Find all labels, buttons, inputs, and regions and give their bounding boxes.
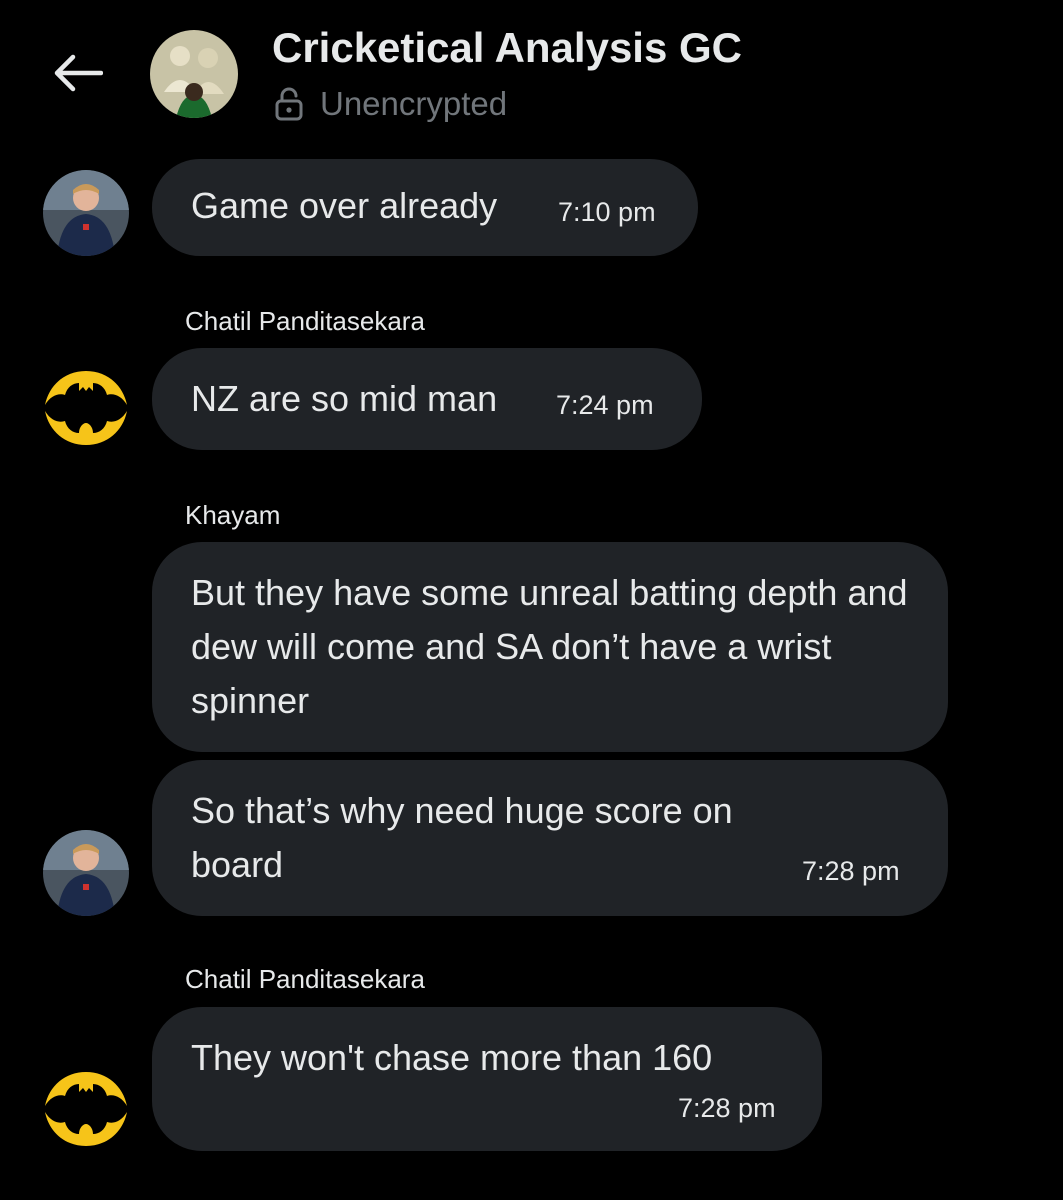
- encryption-label: Unencrypted: [320, 85, 508, 122]
- avatar[interactable]: [43, 365, 129, 451]
- message-text: They won't chase more than 160: [191, 1037, 713, 1078]
- sender-name: Chatil Panditasekara: [185, 964, 425, 994]
- avatar[interactable]: [43, 830, 129, 916]
- conversation-title: Cricketical Analysis GC: [272, 24, 742, 71]
- avatar[interactable]: [43, 170, 129, 256]
- sender-name: Chatil Panditasekara: [185, 306, 425, 336]
- unlocked-padlock-icon: [275, 87, 303, 121]
- message-timestamp: 7:24 pm: [556, 390, 654, 420]
- group-avatar[interactable]: [150, 30, 238, 118]
- message-bubble[interactable]: But they have some unreal batting depth …: [152, 542, 948, 752]
- back-button[interactable]: [44, 40, 110, 106]
- message-timestamp: 7:28 pm: [678, 1093, 776, 1123]
- message-text: So that’s why need huge score on board: [191, 790, 733, 885]
- message-bubble[interactable]: Game over already 7:10 pm: [152, 159, 698, 256]
- encryption-status: Unencrypted: [274, 84, 507, 124]
- message-text: Game over already: [191, 185, 498, 226]
- message-timestamp: 7:10 pm: [558, 197, 656, 227]
- message-text: But they have some unreal batting depth …: [191, 572, 908, 721]
- arrow-left-icon: [54, 54, 103, 92]
- message-bubble[interactable]: NZ are so mid man 7:24 pm: [152, 348, 702, 450]
- message-timestamp: 7:28 pm: [802, 856, 900, 886]
- message-text: NZ are so mid man: [191, 378, 498, 419]
- sender-name: Khayam: [185, 500, 281, 530]
- message-bubble[interactable]: They won't chase more than 160 7:28 pm: [152, 1007, 822, 1151]
- avatar[interactable]: [43, 1066, 129, 1152]
- conversation-header: Cricketical Analysis GC Unencrypted: [0, 0, 1063, 150]
- message-bubble[interactable]: So that’s why need huge score on board 7…: [152, 760, 948, 916]
